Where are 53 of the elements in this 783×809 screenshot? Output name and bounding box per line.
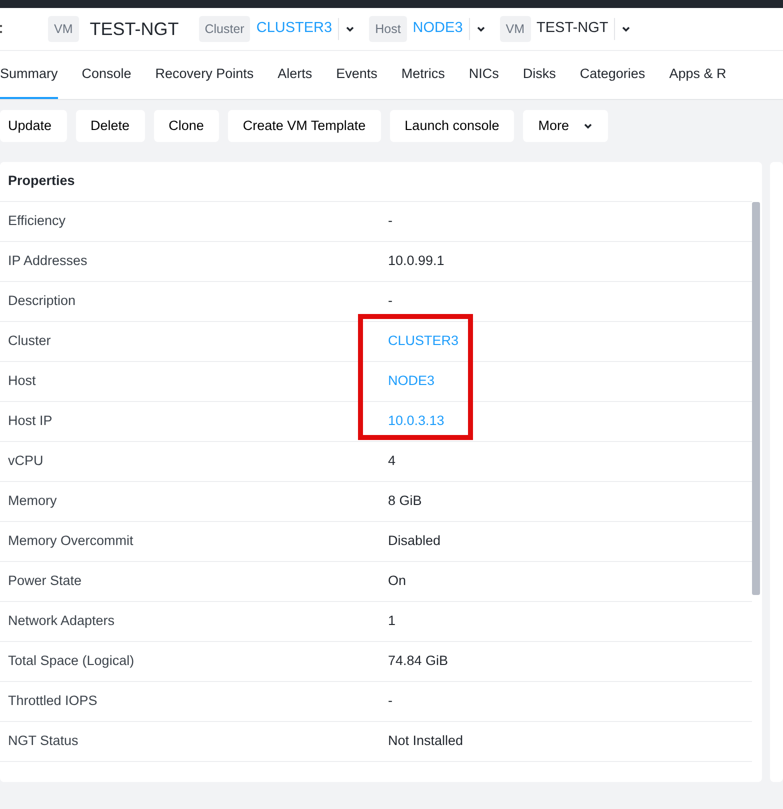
tab[interactable]: Apps & R bbox=[669, 51, 726, 99]
property-label: Network Adapters bbox=[7, 612, 116, 630]
property-value: Not Installed bbox=[388, 732, 464, 750]
property-value: Disabled bbox=[388, 532, 441, 550]
property-label: Efficiency bbox=[7, 212, 67, 230]
action-button[interactable]: Delete bbox=[76, 110, 145, 142]
property-value: - bbox=[388, 692, 392, 710]
property-label: Description bbox=[7, 292, 77, 310]
caret-icon bbox=[583, 121, 594, 131]
page-title: TEST-NGT bbox=[90, 18, 179, 40]
property-label: vCPU bbox=[7, 452, 44, 470]
tab[interactable]: NICs bbox=[468, 51, 499, 99]
crumb-tag: Host bbox=[369, 16, 407, 42]
property-value: 8 GiB bbox=[388, 492, 422, 510]
action-button[interactable]: Clone bbox=[154, 110, 219, 142]
tab[interactable]: Recovery Points bbox=[155, 51, 254, 99]
action-button[interactable]: Launch console bbox=[390, 110, 514, 142]
tab[interactable]: Disks bbox=[522, 51, 556, 99]
property-label: Memory Overcommit bbox=[7, 532, 134, 550]
property-label: Memory bbox=[7, 492, 58, 510]
crumb-tag: VM bbox=[500, 16, 531, 42]
property-value: On bbox=[388, 572, 406, 590]
action-button[interactable]: Create VM Template bbox=[228, 110, 381, 142]
tab[interactable]: Console bbox=[82, 51, 132, 99]
dropdown-button[interactable]: More bbox=[523, 110, 608, 142]
caret-icon[interactable] bbox=[621, 24, 632, 34]
tab[interactable]: Categories bbox=[580, 51, 646, 99]
property-value: 1 bbox=[388, 612, 396, 630]
section-title: Properties bbox=[0, 162, 752, 202]
crumb-tag: Cluster bbox=[198, 16, 250, 42]
tab[interactable]: Summary bbox=[0, 51, 58, 99]
property-label: Throttled IOPS bbox=[7, 692, 98, 710]
property-label: Host IP bbox=[7, 412, 54, 430]
property-value: 10.0.99.1 bbox=[388, 252, 444, 270]
action-button[interactable]: Update bbox=[0, 110, 67, 142]
property-value: - bbox=[388, 292, 392, 310]
property-label: IP Addresses bbox=[7, 252, 88, 270]
crumb-value: TEST-NGT bbox=[530, 18, 616, 40]
scrollbar[interactable] bbox=[752, 202, 760, 595]
caret-icon[interactable] bbox=[476, 24, 486, 34]
caret-icon[interactable] bbox=[345, 24, 356, 34]
tab[interactable]: Events bbox=[336, 51, 378, 99]
tab[interactable]: Metrics bbox=[401, 51, 445, 99]
property-label: Power State bbox=[7, 572, 83, 590]
property-label: Host bbox=[7, 372, 37, 390]
property-value: 74.84 GiB bbox=[388, 652, 448, 670]
type-tag: VM bbox=[48, 16, 79, 42]
property-value: - bbox=[388, 212, 392, 230]
property-label: NGT Status bbox=[7, 732, 80, 750]
property-label: Cluster bbox=[7, 332, 52, 350]
tab[interactable]: Alerts bbox=[278, 51, 312, 99]
property-label: Total Space (Logical) bbox=[7, 652, 136, 670]
property-value: 4 bbox=[388, 452, 396, 470]
